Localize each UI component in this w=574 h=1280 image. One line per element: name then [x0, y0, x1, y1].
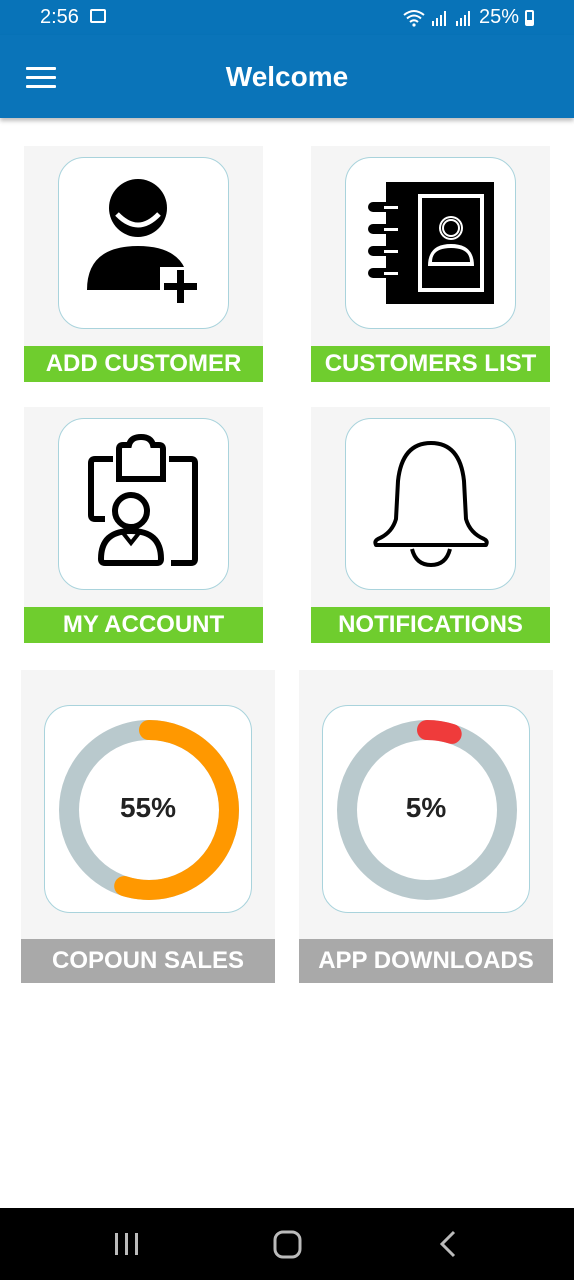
add-user-icon [87, 179, 202, 309]
my-account-icon-box [58, 418, 229, 590]
status-indicators: 25% [403, 6, 534, 29]
wifi-icon [403, 9, 425, 27]
add-customer-label: ADD CUSTOMER [24, 346, 263, 382]
customers-list-tile[interactable]: CUSTOMERS LIST [311, 146, 550, 382]
system-nav-bar [0, 1208, 574, 1280]
customers-list-icon-box [345, 157, 516, 329]
add-customer-icon-box [58, 157, 229, 329]
battery-icon [525, 9, 534, 26]
my-account-tile[interactable]: MY ACCOUNT [24, 407, 263, 643]
back-button[interactable] [407, 1208, 487, 1280]
gallery-notification-icon [90, 9, 106, 23]
account-clipboard-icon [88, 433, 198, 566]
copoun-sales-gauge-box: 55% [44, 705, 252, 913]
app-bar: Welcome [0, 35, 574, 118]
status-time: 2:56 [40, 6, 79, 28]
app-downloads-tile[interactable]: 5% APP DOWNLOADS [299, 670, 553, 983]
app-downloads-label: APP DOWNLOADS [299, 939, 553, 983]
recent-apps-button[interactable] [87, 1208, 167, 1280]
add-customer-tile[interactable]: ADD CUSTOMER [24, 146, 263, 382]
status-bar: 2:56 25% [0, 0, 574, 35]
customers-list-label: CUSTOMERS LIST [311, 346, 550, 382]
recent-apps-icon [115, 1233, 138, 1255]
bell-icon [373, 441, 489, 568]
battery-percent: 25% [478, 6, 519, 28]
notifications-tile[interactable]: NOTIFICATIONS [311, 407, 550, 643]
notifications-label: NOTIFICATIONS [311, 607, 550, 643]
page-title: Welcome [225, 61, 349, 92]
home-icon [273, 1230, 302, 1259]
back-icon [439, 1230, 456, 1258]
contact-book-icon [368, 182, 494, 304]
notifications-icon-box [345, 418, 516, 590]
copoun-sales-value: 55% [119, 792, 177, 823]
app-downloads-value: 5% [405, 792, 447, 823]
my-account-label: MY ACCOUNT [24, 607, 263, 643]
app-downloads-gauge-box: 5% [322, 705, 530, 913]
signal-icon-2 [455, 10, 470, 26]
copoun-sales-label: COPOUN SALES [21, 939, 275, 983]
signal-icon [431, 10, 446, 26]
home-button[interactable] [247, 1208, 327, 1280]
copoun-sales-tile[interactable]: 55% COPOUN SALES [21, 670, 275, 983]
